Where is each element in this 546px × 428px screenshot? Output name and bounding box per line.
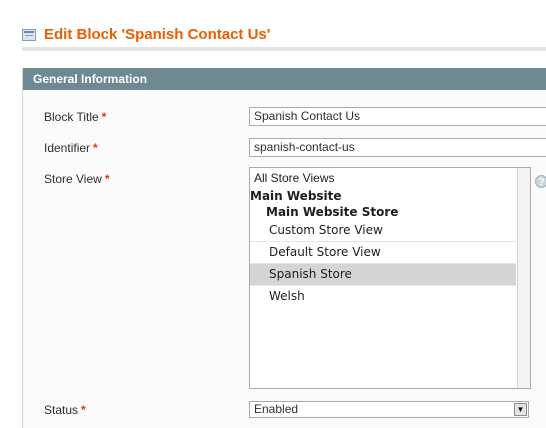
help-icon[interactable]: ?	[535, 175, 546, 188]
chevron-down-icon[interactable]: ▼	[514, 403, 527, 416]
store-view-option-default[interactable]: Default Store View	[250, 242, 516, 264]
identifier-label-text: Identifier	[44, 141, 91, 155]
cms-block-icon	[22, 28, 36, 41]
store-view-option-welsh[interactable]: Welsh	[250, 286, 516, 307]
store-view-multiselect[interactable]: All Store Views Main Website Main Websit…	[249, 167, 531, 389]
required-marker: *	[104, 172, 110, 186]
store-view-group-main-website-store: Main Website Store	[266, 205, 399, 219]
status-select[interactable]: Enabled ▼	[249, 401, 529, 418]
block-title-label: Block Title *	[44, 110, 106, 124]
page-title-text: Edit Block 'Spanish Contact Us'	[44, 26, 271, 43]
store-view-option-custom[interactable]: Custom Store View	[250, 220, 516, 242]
identifier-label: Identifier *	[44, 141, 98, 155]
identifier-input[interactable]: spanish-contact-us	[249, 138, 546, 157]
status-label-text: Status	[44, 403, 79, 417]
store-view-group-main-website: Main Website	[250, 189, 342, 203]
page-title: Edit Block 'Spanish Contact Us'	[22, 26, 270, 43]
required-marker: *	[93, 141, 98, 155]
store-view-label: Store View *	[44, 172, 109, 186]
status-label: Status *	[44, 403, 86, 417]
fieldset-header: General Information	[23, 68, 546, 90]
block-title-input[interactable]: Spanish Contact Us	[249, 107, 546, 126]
general-information-fieldset: General Information Block Title * Spanish…	[22, 68, 546, 428]
required-marker: *	[101, 110, 107, 124]
store-view-scrollbar[interactable]	[517, 168, 530, 388]
title-divider	[22, 47, 546, 51]
store-view-label-text: Store View	[44, 172, 102, 186]
required-marker: *	[81, 403, 86, 417]
store-view-option-spanish[interactable]: Spanish Store	[250, 264, 516, 286]
store-view-option-all[interactable]: All Store Views	[250, 168, 516, 188]
block-title-label-text: Block Title	[44, 110, 99, 124]
status-select-value: Enabled	[254, 402, 299, 416]
